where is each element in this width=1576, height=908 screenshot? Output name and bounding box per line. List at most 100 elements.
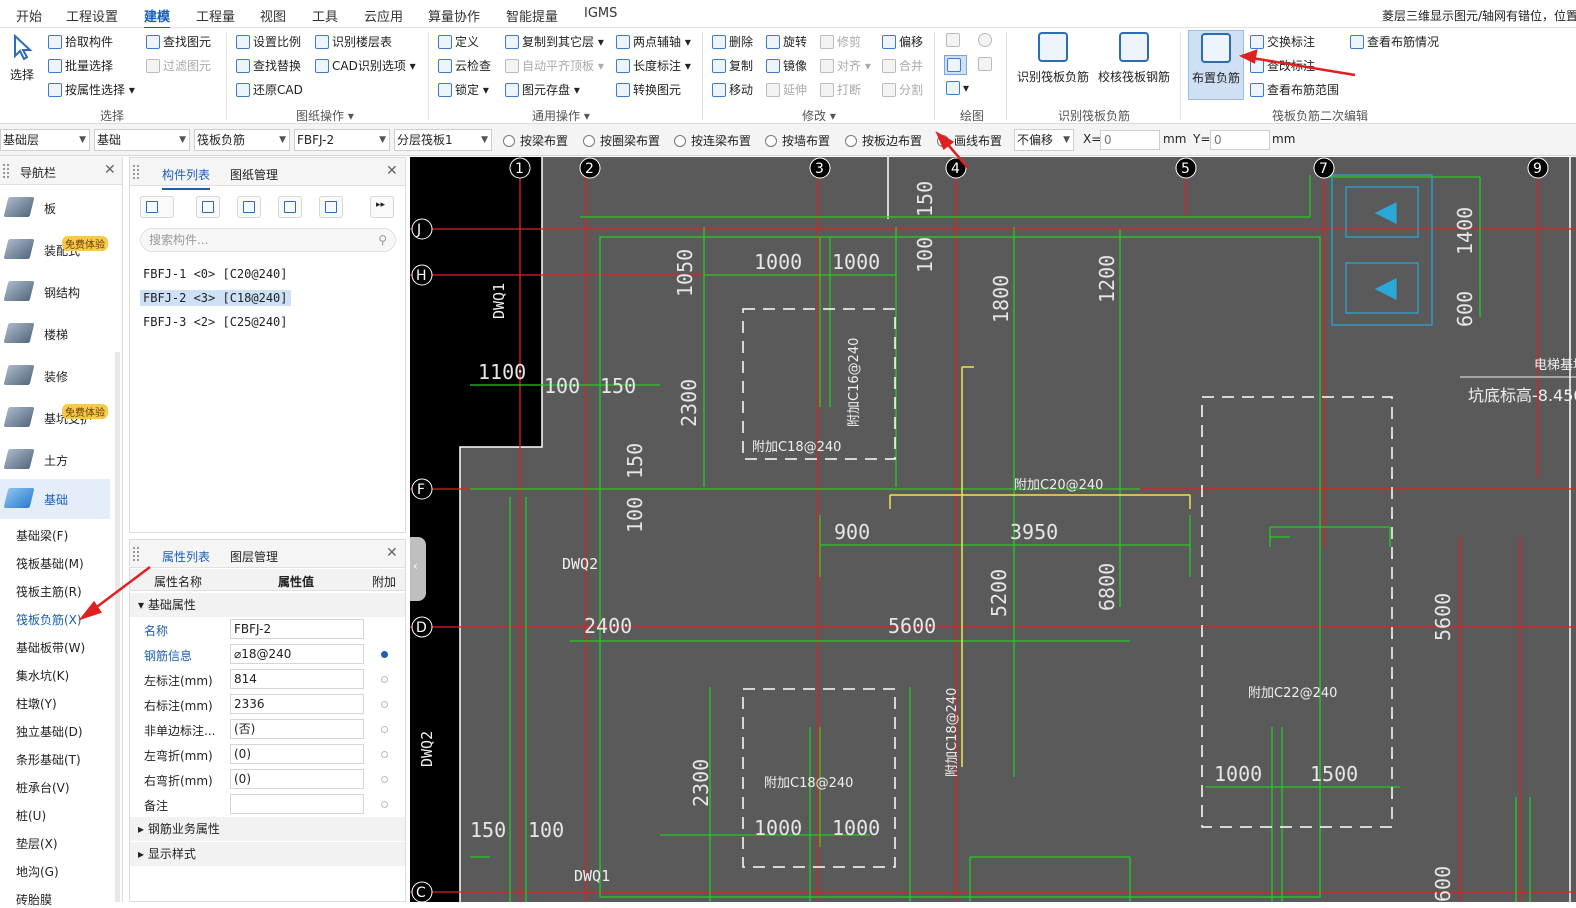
nav-sub-isolated-footing[interactable]: 独立基础(D): [16, 723, 83, 740]
nav-sub-trench[interactable]: 地沟(G): [16, 863, 59, 880]
attr-value-input[interactable]: [230, 794, 364, 814]
menu-view[interactable]: 视图: [260, 6, 286, 25]
menu-project-settings[interactable]: 工程设置: [66, 6, 118, 25]
close-icon[interactable]: ✕: [386, 545, 398, 561]
y-input[interactable]: 0: [1210, 130, 1270, 150]
menu-collab[interactable]: 算量协作: [428, 6, 480, 25]
check-neg-rebar-button[interactable]: 校核筏板钢筋: [1096, 32, 1172, 85]
tab-component-list[interactable]: 构件列表: [162, 166, 211, 190]
nav-category-foundation[interactable]: 基础: [0, 479, 110, 519]
draw-point-button[interactable]: [946, 33, 963, 47]
radio-by-ring-beam[interactable]: 按圈梁布置: [583, 132, 660, 149]
menu-modeling[interactable]: 建模: [144, 6, 171, 29]
mirror-button[interactable]: 镜像: [766, 57, 807, 74]
length-label-button[interactable]: 长度标注 ▾: [616, 57, 691, 74]
offset-button[interactable]: 偏移: [882, 33, 923, 50]
view-range-button[interactable]: 查看布筋范围: [1250, 81, 1339, 98]
layer-select[interactable]: 分层筏板1 ▼: [394, 129, 492, 151]
nav-sub-sump[interactable]: 集水坑(K): [16, 667, 69, 684]
attach-checkbox[interactable]: [381, 801, 388, 808]
draw-line-button[interactable]: [944, 55, 967, 75]
nav-sub-raft-foundation[interactable]: 筏板基础(M): [16, 555, 84, 572]
attach-checkbox[interactable]: [381, 701, 388, 708]
menu-igms[interactable]: IGMS: [584, 6, 617, 21]
attach-checkbox[interactable]: [381, 776, 388, 783]
attr-group-display[interactable]: ▸ 显示样式: [130, 842, 405, 866]
copy-to-floor-button[interactable]: 复制到其它层 ▾: [505, 33, 604, 50]
component-item-selected[interactable]: FBFJ-2 <3> [C18@240]: [140, 290, 291, 306]
radio-by-beam[interactable]: 按梁布置: [503, 132, 568, 149]
rebar-label[interactable]: 附加C20@240: [1014, 478, 1103, 493]
nav-sub-foundation-strip[interactable]: 基础板带(W): [16, 639, 85, 656]
identify-floor-button[interactable]: 识别楼层表: [315, 33, 392, 50]
nav-category-prefab[interactable]: 装配式 免费体验: [0, 230, 110, 270]
radio-by-slab-edge[interactable]: 按板边布置: [845, 132, 922, 149]
select-by-attr-button[interactable]: 按属性选择 ▾: [48, 81, 135, 98]
attr-value-input[interactable]: (0): [230, 769, 364, 789]
panel-collapse-handle[interactable]: ‹: [410, 537, 426, 601]
nav-sub-raft-neg-rebar[interactable]: 筏板负筋(X): [16, 611, 82, 628]
attr-value-input[interactable]: (否): [230, 719, 364, 739]
nav-sub-pile[interactable]: 桩(U): [16, 807, 46, 824]
name-select[interactable]: FBFJ-2 ▼: [294, 129, 390, 151]
rebar-label[interactable]: 附加C22@240: [1248, 686, 1337, 701]
new-component-button[interactable]: [140, 196, 174, 218]
draw-rect-button[interactable]: [978, 57, 995, 71]
find-graphic-button[interactable]: 查找图元: [146, 33, 211, 50]
nav-category-earthwork[interactable]: 土方: [0, 440, 110, 480]
menu-quantity[interactable]: 工程量: [196, 6, 235, 25]
nav-category-slab[interactable]: 板: [0, 188, 110, 228]
two-point-axis-button[interactable]: 两点辅轴 ▾: [616, 33, 691, 50]
rebar-label[interactable]: 附加C18@240: [945, 688, 960, 777]
break-button[interactable]: 打断: [820, 81, 861, 98]
merge-button[interactable]: 合并: [882, 57, 923, 74]
nav-sub-cushion[interactable]: 垫层(X): [16, 835, 58, 852]
nav-sub-raft-main-rebar[interactable]: 筏板主筋(R): [16, 583, 82, 600]
rebar-label[interactable]: 附加C18@240: [752, 440, 841, 455]
draw-circle-button[interactable]: [978, 33, 995, 47]
restore-cad-button[interactable]: 还原CAD: [236, 81, 303, 98]
attr-group-rebar[interactable]: ▸ 钢筋业务属性: [130, 817, 405, 841]
floor-select[interactable]: 基础层 ▼: [0, 129, 90, 151]
nav-sub-strip-footing[interactable]: 条形基础(T): [16, 751, 81, 768]
select-button[interactable]: 选择: [6, 33, 38, 83]
more-button[interactable]: ▸▸: [370, 196, 394, 218]
rotate-button[interactable]: 旋转: [766, 33, 807, 50]
delete-button[interactable]: 删除: [712, 33, 753, 50]
radio-by-wall[interactable]: 按墙布置: [765, 132, 830, 149]
nav-category-finish[interactable]: 装修: [0, 356, 110, 396]
draw-arc-button[interactable]: ▾: [946, 81, 969, 95]
nav-sub-foundation-beam[interactable]: 基础梁(F): [16, 527, 68, 544]
tab-layer-manage[interactable]: 图层管理: [230, 548, 278, 565]
attr-group-basic[interactable]: ▾ 基础属性: [130, 593, 405, 617]
lock-button[interactable]: 锁定 ▾: [438, 81, 489, 98]
category-select[interactable]: 基础 ▼: [94, 129, 190, 151]
component-library-button[interactable]: [319, 196, 343, 218]
move-button[interactable]: 移动: [712, 81, 753, 98]
nav-sub-pile-cap[interactable]: 桩承台(V): [16, 779, 70, 796]
cad-drawing-canvas[interactable]: 1000 1000 1050 150 100 1800 1200 1400 60…: [410, 157, 1576, 902]
radio-draw-line[interactable]: 画线布置: [937, 132, 1002, 149]
rebar-label[interactable]: 附加C16@240: [847, 338, 862, 427]
align-button[interactable]: 对齐 ▾: [820, 57, 871, 74]
trim-button[interactable]: 修剪: [820, 33, 861, 50]
cloud-check-button[interactable]: 云检查: [438, 57, 491, 74]
menu-cloud[interactable]: 云应用: [364, 6, 403, 25]
set-scale-button[interactable]: 设置比例: [236, 33, 301, 50]
identify-neg-rebar-button[interactable]: 识别筏板负筋: [1016, 32, 1090, 85]
component-item[interactable]: FBFJ-3 <2> [C25@240]: [140, 314, 291, 330]
attach-checkbox[interactable]: [381, 726, 388, 733]
menu-tools[interactable]: 工具: [312, 6, 338, 25]
attr-value-input[interactable]: ⌀18@240: [230, 644, 364, 664]
view-label-button[interactable]: 查改标注: [1250, 57, 1315, 74]
nav-sub-brick-mold[interactable]: 砖胎膜: [16, 891, 52, 908]
radio-by-link-beam[interactable]: 按连梁布置: [674, 132, 751, 149]
attach-checkbox[interactable]: [381, 651, 388, 658]
nav-category-stairs[interactable]: 楼梯: [0, 314, 110, 354]
drag-grip-icon[interactable]: [133, 165, 139, 179]
extend-button[interactable]: 延伸: [766, 81, 807, 98]
attach-checkbox[interactable]: [381, 676, 388, 683]
type-select[interactable]: 筏板负筋 ▼: [194, 129, 290, 151]
save-graphic-button[interactable]: 图元存盘 ▾: [505, 81, 580, 98]
convert-graphic-button[interactable]: 转换图元: [616, 81, 681, 98]
